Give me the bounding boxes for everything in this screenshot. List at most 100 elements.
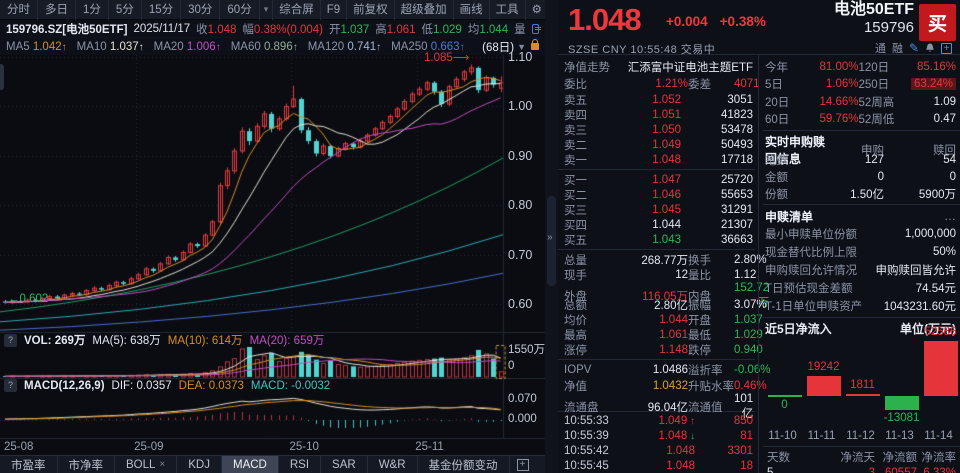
help-question-icon[interactable]: ? bbox=[4, 334, 17, 347]
period-tab-60分[interactable]: 60分 bbox=[220, 0, 259, 20]
add-indicator-button[interactable]: + bbox=[510, 456, 536, 473]
ask-qty: 53478 bbox=[681, 124, 753, 136]
flows-dates: 11-1011-1111-1211-1311-14 bbox=[763, 428, 960, 444]
tool-工具[interactable]: 工具 bbox=[489, 0, 525, 20]
bid-row[interactable]: 买一1.04725720 bbox=[558, 172, 755, 187]
flow-bar bbox=[885, 396, 919, 410]
tab-基金份额变动[interactable]: 基金份额变动 bbox=[418, 456, 510, 473]
candlestick-chart[interactable] bbox=[0, 55, 545, 455]
tool-F9[interactable]: F9 bbox=[320, 0, 346, 20]
range-label: 60日 bbox=[765, 111, 813, 127]
tick-row[interactable]: 10:55:391.048 ↓81 bbox=[558, 429, 755, 444]
pcf-label: T日预估现金差额 bbox=[765, 280, 853, 296]
panel-divider[interactable]: » bbox=[545, 0, 558, 473]
bid-row[interactable]: 买三1.04531291 bbox=[558, 202, 755, 217]
bid-row[interactable]: 买二1.04655653 bbox=[558, 187, 755, 202]
chart-toolbar: 分时多日1分5分15分30分60分 ▾ 综合屏F9前复权超级叠加画线工具 ⚙ ?… bbox=[0, 0, 545, 20]
tab-市净率[interactable]: 市净率 bbox=[58, 456, 116, 473]
stat-row: 总量268.77万 换手2.80% bbox=[558, 252, 755, 267]
pcf-value: 50% bbox=[933, 246, 956, 258]
ask-label: 卖四 bbox=[564, 107, 608, 123]
flows-summary-headers: 天数净流天净流额净流率 bbox=[763, 449, 960, 465]
tab-label: BOLL bbox=[126, 459, 155, 471]
ma-number: 1.042 bbox=[33, 41, 62, 53]
buy-button[interactable]: 买 bbox=[919, 4, 956, 41]
help-question-icon[interactable]: ? bbox=[4, 379, 17, 392]
unlock-icon[interactable] bbox=[531, 43, 539, 50]
volume-pane-header: ? VOL: 269万 MA(5): 638万 MA(10): 614万 MA(… bbox=[4, 332, 324, 348]
tool-超级叠加[interactable]: 超级叠加 bbox=[394, 0, 453, 20]
ask-qty: 3051 bbox=[681, 94, 753, 106]
tab-BOLL[interactable]: BOLL× bbox=[115, 456, 177, 473]
low-price-annotation: ←0.602 bbox=[8, 293, 48, 305]
ask-price: 1.049 bbox=[608, 139, 681, 151]
period-tab-30分[interactable]: 30分 bbox=[181, 0, 220, 20]
stat-label: 总额 bbox=[564, 297, 608, 313]
add-watchlist-icon[interactable]: + bbox=[941, 43, 952, 54]
pcf-more-icon[interactable]: … bbox=[944, 209, 956, 223]
ask-row[interactable]: 卖二1.04950493 bbox=[558, 137, 755, 152]
ask-row[interactable]: 卖五1.0523051 bbox=[558, 92, 755, 107]
pcf-row: 现金替代比例上限 50% bbox=[763, 243, 960, 261]
alert-bell-icon[interactable] bbox=[925, 43, 935, 53]
pcf-label: 现金替代比例上限 bbox=[765, 244, 857, 260]
tick-row[interactable]: 10:55:421.0483301 bbox=[558, 444, 755, 459]
tab-SAR[interactable]: SAR bbox=[321, 456, 368, 473]
stat-value: 2.80亿 bbox=[608, 297, 688, 313]
tab-RSI[interactable]: RSI bbox=[279, 456, 321, 473]
arrow-left-icon: ← bbox=[8, 293, 20, 305]
period-tab-15分[interactable]: 15分 bbox=[142, 0, 181, 20]
ask-row[interactable]: 卖一1.04817718 bbox=[558, 152, 755, 167]
period-dropdown-caret[interactable]: ▾ bbox=[260, 4, 273, 15]
tab-MACD[interactable]: MACD bbox=[222, 456, 279, 473]
tab-W&R[interactable]: W&R bbox=[368, 456, 418, 473]
time-tick-25-08: 25-08 bbox=[4, 441, 33, 453]
fund-info-column: 今年81.00%120日85.16%5日1.06%250日63.24%20日14… bbox=[758, 55, 960, 473]
subscription-row: 笔数12754 bbox=[763, 151, 960, 168]
ask-price: 1.048 bbox=[608, 154, 681, 166]
pcf-header-row: 申赎清单… bbox=[763, 207, 960, 225]
collapse-chevron-icon[interactable]: » bbox=[547, 232, 553, 243]
period-tab-分时[interactable]: 分时 bbox=[0, 0, 38, 20]
tool-综合屏[interactable]: 综合屏 bbox=[272, 0, 320, 20]
edit-pencil-icon[interactable]: ✎ bbox=[909, 41, 919, 55]
tick-row[interactable]: 10:55:451.04818 bbox=[558, 459, 755, 473]
ask-row[interactable]: 卖四1.05141823 bbox=[558, 107, 755, 122]
bid-row[interactable]: 买四1.04421307 bbox=[558, 217, 755, 232]
period-tab-5分[interactable]: 5分 bbox=[109, 0, 142, 20]
ma-value-MA120: MA120 0.741↑ bbox=[308, 41, 381, 53]
tab-KDJ[interactable]: KDJ bbox=[177, 456, 222, 473]
pcf-row: T日预估现金差额 74.54元 bbox=[763, 279, 960, 297]
tab-市盈率[interactable]: 市盈率 bbox=[0, 456, 58, 473]
flow-summary-value: 6.33% bbox=[917, 467, 956, 473]
ma-label: MA20 bbox=[154, 41, 187, 53]
period-tab-多日[interactable]: 多日 bbox=[38, 0, 76, 20]
news-note-icon[interactable] bbox=[532, 24, 539, 34]
macd-axis-max: 0.070 bbox=[508, 393, 537, 405]
pcf-value: 74.54元 bbox=[916, 280, 956, 296]
plus-icon: + bbox=[517, 459, 529, 471]
period-tab-1分[interactable]: 1分 bbox=[76, 0, 109, 20]
tick-qty: 3301 bbox=[695, 445, 753, 457]
bid-qty: 21307 bbox=[681, 219, 753, 231]
quote-panel-header: 1.048 +0.004+0.38% 电池50ETF 159796 买 SZSE… bbox=[558, 0, 960, 55]
subscription-v1: 0 bbox=[828, 171, 884, 183]
flow-date: 11-14 bbox=[919, 430, 958, 442]
iopv-label: 净值 bbox=[564, 378, 608, 394]
time-tick-25-10: 25-10 bbox=[289, 441, 318, 453]
subscription-v1: 1.50亿 bbox=[828, 186, 884, 202]
trend-up-arrow-icon: ↑ bbox=[62, 42, 67, 53]
ask-row[interactable]: 卖三1.05053478 bbox=[558, 122, 755, 137]
arrow-right-icon: ⟶ bbox=[453, 52, 470, 64]
stat-value: 1.044 bbox=[608, 314, 688, 326]
tick-row[interactable]: 10:55:331.049 ↑850 bbox=[558, 414, 755, 429]
bid-row[interactable]: 买五1.04336663 bbox=[558, 232, 755, 247]
orderbook-column: 净值走势汇添富中证电池主题ETF委比1.21% 委差4071卖五1.052305… bbox=[558, 55, 755, 473]
subscription-v2: 54 bbox=[884, 154, 956, 166]
security-name: 电池50ETF bbox=[834, 1, 914, 19]
flows-title: 近5日净流入 bbox=[765, 320, 832, 337]
tool-前复权[interactable]: 前复权 bbox=[346, 0, 394, 20]
low-field: 低1.029 bbox=[422, 21, 462, 37]
tool-画线[interactable]: 画线 bbox=[453, 0, 489, 20]
flows-summary-values: 53605576.33% bbox=[763, 465, 960, 473]
